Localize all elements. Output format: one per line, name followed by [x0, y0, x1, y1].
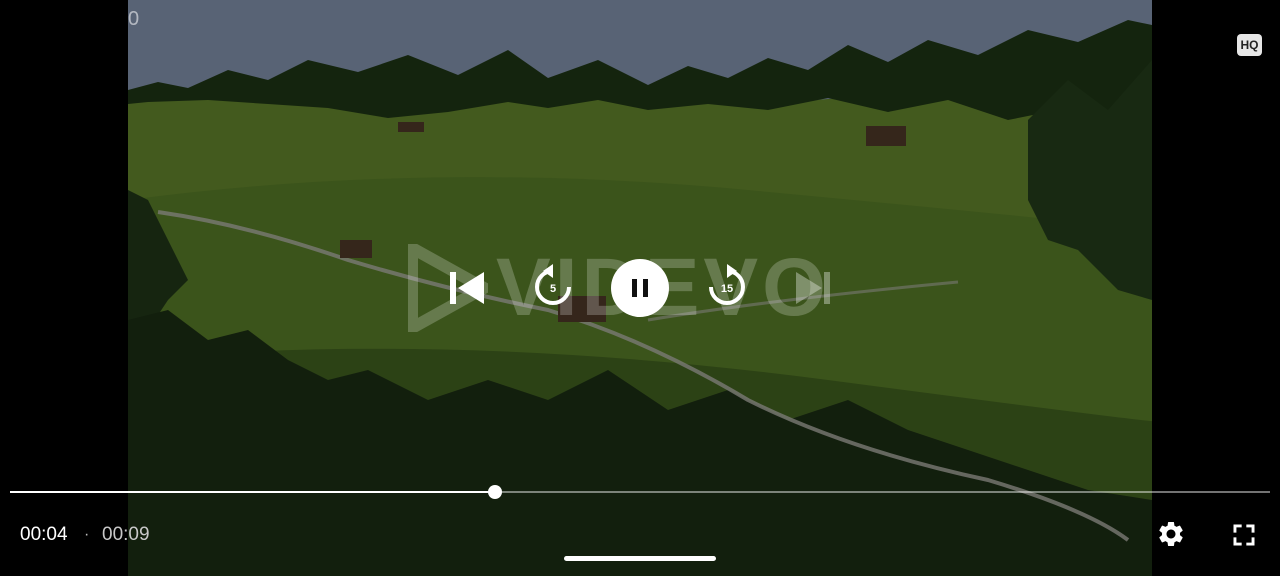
skip-next-icon	[796, 272, 830, 304]
pause-button[interactable]	[611, 259, 669, 317]
home-indicator[interactable]	[564, 556, 716, 561]
forward-seconds-label: 15	[720, 283, 734, 295]
settings-button[interactable]	[1154, 517, 1188, 551]
progress-thumb[interactable]	[488, 485, 503, 499]
total-time: 00:09	[102, 524, 150, 545]
forward-button[interactable]: 15	[702, 262, 752, 312]
progress-bar[interactable]	[10, 485, 1270, 499]
fullscreen-button[interactable]	[1228, 519, 1260, 551]
pause-icon	[632, 279, 648, 297]
current-time: 00:04	[20, 524, 68, 545]
corner-counter: 0	[128, 8, 140, 30]
rewind-seconds-label: 5	[549, 283, 557, 295]
hq-badge[interactable]: HQ	[1237, 34, 1262, 56]
time-separator: ·	[84, 526, 90, 543]
gear-icon	[1159, 522, 1183, 546]
progress-played	[10, 491, 496, 493]
previous-button[interactable]	[444, 266, 488, 310]
fullscreen-icon	[1233, 524, 1255, 546]
next-button[interactable]	[792, 266, 836, 310]
skip-previous-icon	[450, 272, 484, 304]
rewind-button[interactable]: 5	[528, 262, 578, 312]
